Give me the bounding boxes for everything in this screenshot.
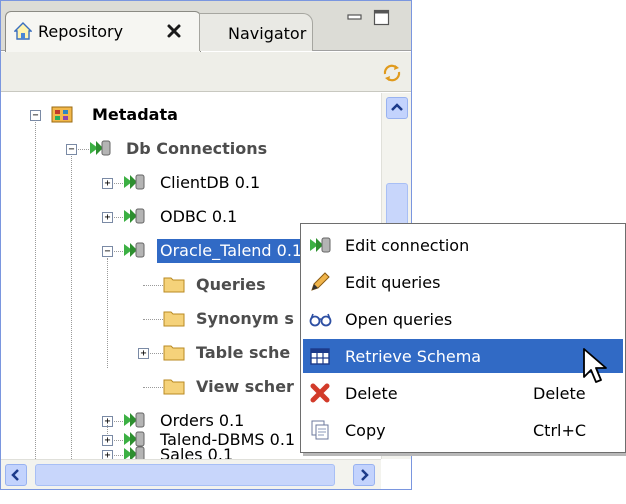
collapse-toggle[interactable]: −	[66, 144, 77, 155]
folder-icon	[163, 309, 185, 327]
tree-label: Db Connections	[126, 139, 268, 158]
tree-label: Synonym s	[196, 309, 294, 328]
view-toolbar	[1, 52, 411, 92]
expand-toggle[interactable]: +	[102, 212, 113, 223]
tree-label: Oracle_Talend 0.1	[157, 239, 306, 263]
collapse-toggle[interactable]: −	[102, 246, 113, 257]
tree-label: ODBC 0.1	[160, 207, 238, 226]
delete-x-icon	[309, 383, 331, 403]
edit-connection-icon	[309, 235, 331, 255]
expand-toggle[interactable]: +	[102, 435, 113, 446]
menu-item-label: Edit queries	[345, 272, 441, 292]
menu-item-label: Edit connection	[345, 235, 470, 255]
mouse-cursor-icon	[582, 347, 610, 387]
tree-label: Table sche	[196, 343, 291, 362]
menu-item-shortcut: Delete	[533, 383, 586, 403]
tree-label: Queries	[196, 275, 266, 294]
glasses-icon	[309, 309, 332, 329]
copy-icon	[309, 420, 331, 440]
menu-item-copy[interactable]: Copy Ctrl+C	[303, 413, 623, 447]
tab-repository[interactable]: Repository	[5, 11, 201, 52]
folder-icon	[163, 343, 185, 361]
pencil-icon	[309, 272, 331, 292]
db-connection-icon	[123, 172, 145, 192]
db-connection-icon	[123, 240, 145, 260]
home-icon	[13, 22, 33, 40]
expand-toggle[interactable]: +	[102, 178, 113, 189]
tree-label: ClientDB 0.1	[160, 173, 261, 192]
menu-item-edit-queries[interactable]: Edit queries	[303, 265, 623, 299]
metadata-icon	[51, 104, 73, 124]
close-icon[interactable]	[166, 23, 182, 39]
menu-item-retrieve-schema[interactable]: Retrieve Schema	[303, 339, 623, 373]
db-connection-icon	[123, 429, 145, 449]
tree-label: Metadata	[92, 105, 178, 124]
tab-repository-label: Repository	[38, 22, 124, 41]
db-connection-icon	[89, 138, 111, 158]
menu-item-shortcut: Ctrl+C	[533, 420, 587, 440]
maximize-icon[interactable]	[373, 9, 391, 27]
collapse-toggle[interactable]: −	[30, 110, 41, 121]
menu-item-label: Retrieve Schema	[345, 346, 482, 366]
expand-toggle[interactable]: +	[138, 348, 149, 359]
menu-item-edit-connection[interactable]: Edit connection	[303, 228, 623, 262]
sync-icon[interactable]	[381, 62, 403, 84]
table-icon	[309, 346, 331, 366]
minimize-icon[interactable]	[347, 11, 363, 23]
menu-item-label: Delete	[345, 383, 398, 403]
menu-item-delete[interactable]: Delete Delete	[303, 376, 623, 410]
tab-navigator-label: Navigator	[228, 24, 307, 43]
tab-navigator[interactable]: Navigator	[199, 13, 313, 51]
horizontal-scrollbar[interactable]	[1, 459, 381, 489]
menu-item-label: Open queries	[345, 309, 453, 329]
scroll-right-button[interactable]	[353, 464, 375, 486]
scroll-left-button[interactable]	[5, 464, 27, 486]
folder-icon	[163, 275, 185, 293]
scroll-up-button[interactable]	[386, 97, 408, 119]
folder-icon	[163, 377, 185, 395]
scroll-thumb[interactable]	[35, 464, 335, 486]
db-connection-icon	[123, 206, 145, 226]
tree-label: Talend-DBMS 0.1	[160, 430, 296, 449]
menu-item-label: Copy	[345, 420, 386, 440]
context-menu: Edit connection Edit queries Open querie…	[300, 223, 626, 453]
tree-label: View scher	[196, 377, 294, 396]
menu-item-open-queries[interactable]: Open queries	[303, 302, 623, 336]
tab-bar: Repository Navigator	[1, 1, 411, 52]
